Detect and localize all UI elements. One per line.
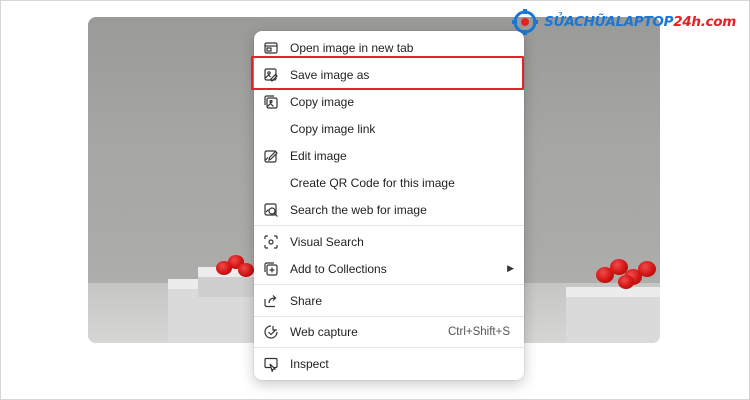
menu-item-edit-image[interactable]: Edit image bbox=[254, 142, 524, 169]
menu-item-label: Copy image bbox=[290, 94, 355, 109]
menu-separator bbox=[254, 284, 524, 285]
menu-item-visual-search[interactable]: Visual Search bbox=[254, 228, 524, 255]
save-image-highlight-box bbox=[251, 56, 524, 90]
web-capture-icon bbox=[263, 324, 279, 340]
menu-separator bbox=[254, 316, 524, 317]
menu-item-label: Inspect bbox=[290, 356, 329, 371]
brand-name-accent: 24h.com bbox=[673, 14, 736, 30]
menu-item-web-capture[interactable]: Web capture Ctrl+Shift+S bbox=[254, 318, 524, 345]
shortcut-text: Ctrl+Shift+S bbox=[448, 325, 510, 338]
inspect-icon bbox=[263, 356, 279, 372]
menu-item-share[interactable]: Share bbox=[254, 287, 524, 314]
visual-search-icon bbox=[263, 234, 279, 250]
add-collections-icon bbox=[263, 261, 279, 277]
menu-item-copy-image[interactable]: Copy image bbox=[254, 88, 524, 115]
brand-name: SỬACHỮALAPTOP24h.com bbox=[544, 14, 736, 30]
menu-item-label: Add to Collections bbox=[290, 261, 387, 276]
menu-item-label: Copy image link bbox=[290, 121, 376, 136]
menu-separator bbox=[254, 225, 524, 226]
submenu-arrow-icon: ▶ bbox=[507, 263, 514, 273]
left-roses bbox=[216, 255, 256, 279]
menu-item-label: Edit image bbox=[290, 148, 347, 163]
menu-item-inspect[interactable]: Inspect bbox=[254, 350, 524, 377]
brand-name-main: SỬACHỮALAPTOP bbox=[544, 14, 674, 30]
menu-item-label: Web capture bbox=[290, 324, 358, 339]
menu-item-label: Create QR Code for this image bbox=[290, 175, 455, 190]
menu-item-label: Search the web for image bbox=[290, 202, 427, 217]
brand-logo: SỬACHỮALAPTOP24h.com bbox=[512, 9, 736, 35]
copy-image-icon bbox=[263, 94, 279, 110]
menu-item-copy-image-link[interactable]: Copy image link bbox=[254, 115, 524, 142]
right-pedestal bbox=[566, 287, 660, 343]
menu-item-label: Open image in new tab bbox=[290, 40, 414, 55]
menu-item-search-web-image[interactable]: Search the web for image bbox=[254, 196, 524, 223]
search-web-image-icon bbox=[263, 202, 279, 218]
edit-image-icon bbox=[263, 148, 279, 164]
menu-item-add-to-collections[interactable]: Add to Collections ▶ bbox=[254, 255, 524, 282]
open-new-tab-icon bbox=[263, 40, 279, 56]
right-roses bbox=[596, 257, 660, 291]
menu-item-label: Share bbox=[290, 293, 323, 308]
menu-item-label: Visual Search bbox=[290, 234, 364, 249]
share-icon bbox=[263, 293, 279, 309]
menu-item-create-qr-code[interactable]: Create QR Code for this image bbox=[254, 169, 524, 196]
menu-separator bbox=[254, 347, 524, 348]
